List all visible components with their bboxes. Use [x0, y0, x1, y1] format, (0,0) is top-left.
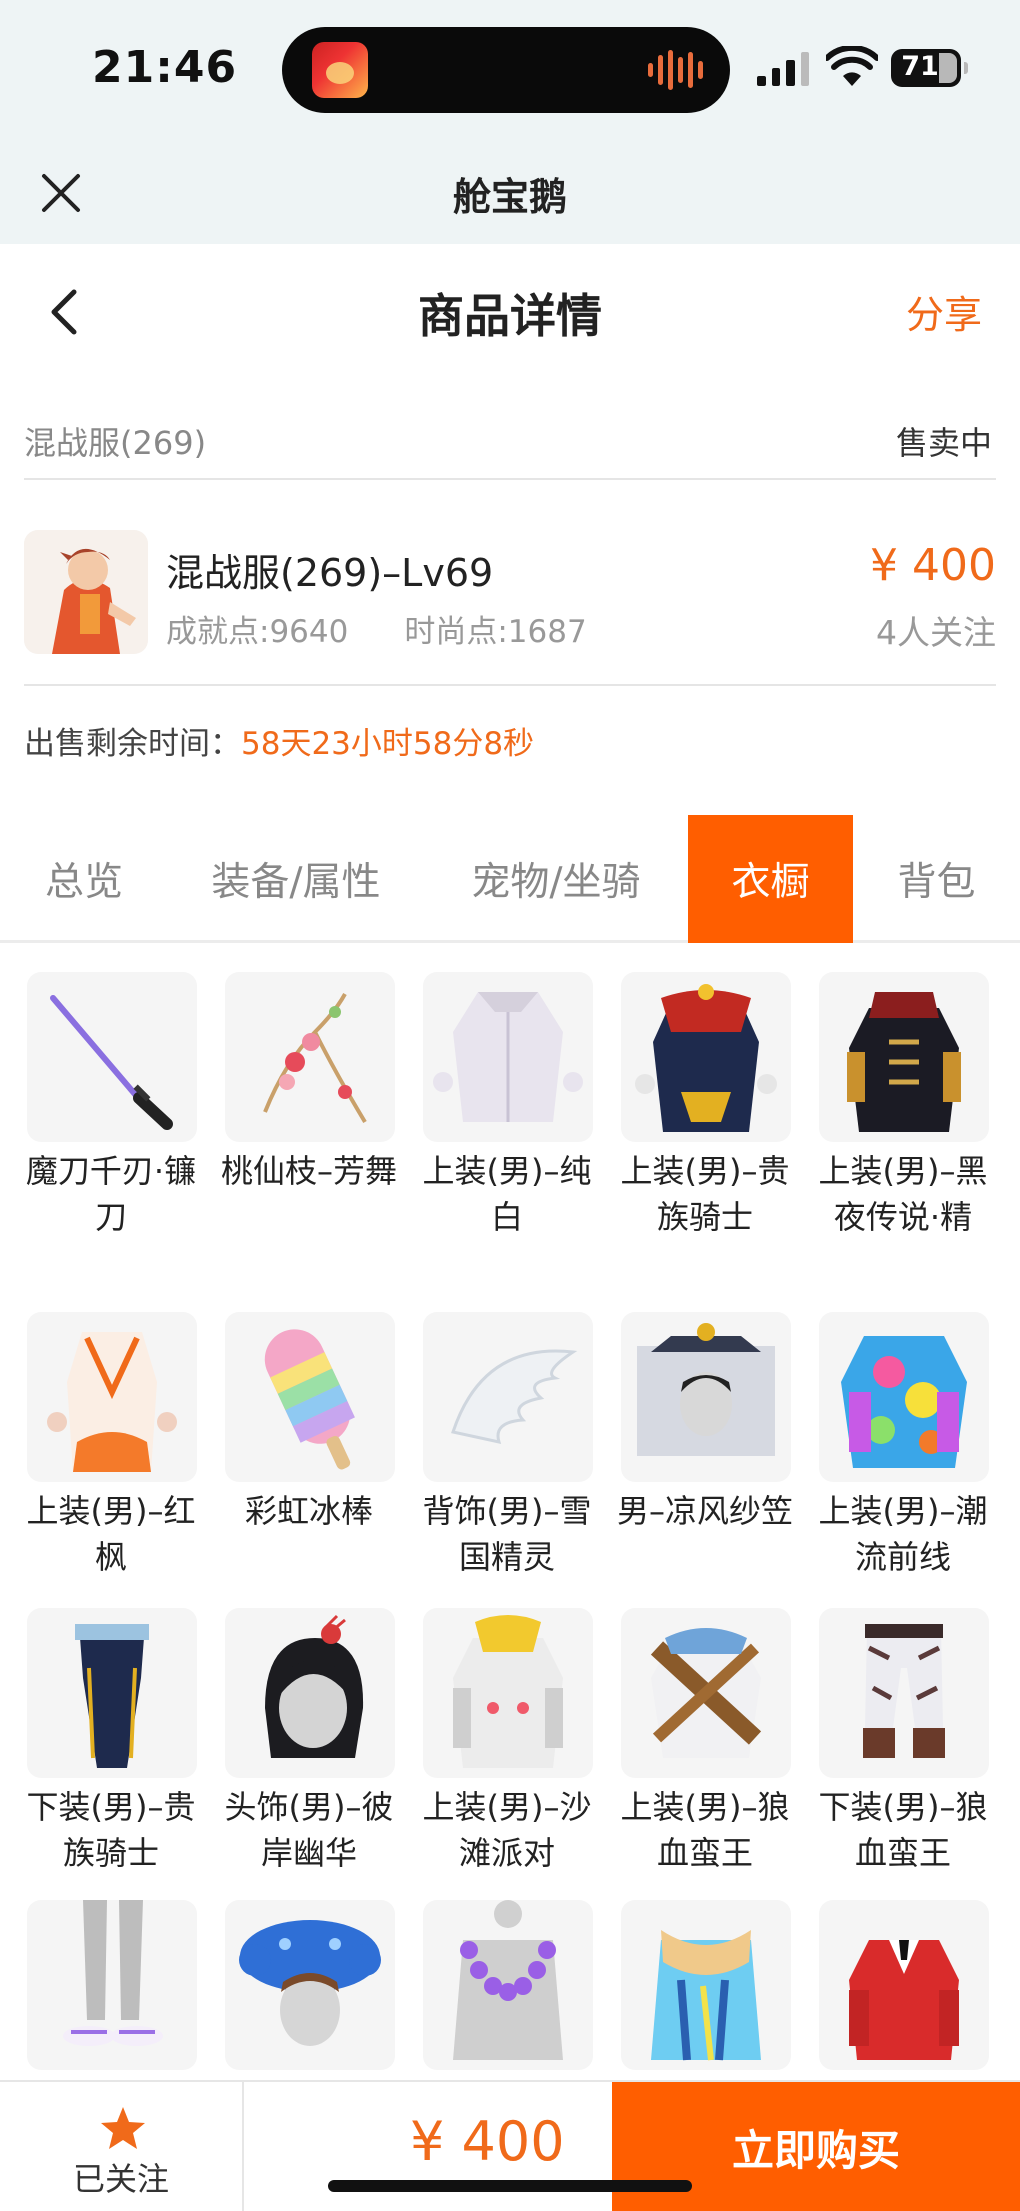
status-bar: 21:46 71 — [0, 0, 1020, 140]
wings-icon — [423, 1312, 593, 1482]
fashion-points: 时尚点:1687 — [404, 614, 587, 650]
red-jacket-icon — [819, 1900, 989, 2070]
home-indicator[interactable] — [328, 2180, 692, 2192]
octopus-hat-icon — [225, 1900, 395, 2070]
tab-equipment[interactable]: 装备/属性 — [168, 815, 424, 943]
character-avatar — [24, 530, 148, 654]
maple-robe-icon — [27, 1312, 197, 1482]
item-label: 魔刀千刃·镰刀 — [25, 1152, 197, 1236]
cellular-signal-icon — [757, 50, 809, 86]
product-title: 混战服(269)–Lv69 — [166, 551, 494, 595]
remaining-time-value: 58天23小时58分8秒 — [241, 726, 535, 762]
battery-icon: 71 — [891, 49, 968, 87]
hair-flower-icon — [225, 1608, 395, 1778]
follow-label: 已关注 — [72, 2160, 169, 2198]
remaining-time: 出售剩余时间：58天23小时58分8秒 — [24, 718, 534, 763]
server-name: 混战服(269) — [24, 424, 207, 462]
sash-outfit-icon — [621, 1900, 791, 2070]
fur-pants-icon — [819, 1608, 989, 1778]
battery-level: 71 — [901, 51, 939, 82]
dynamic-island[interactable] — [282, 27, 730, 113]
flower-lei-icon — [423, 1900, 593, 2070]
item-label: 上装(男)–纯白 — [422, 1152, 592, 1236]
page-title: 商品详情 — [418, 289, 602, 343]
item-label: 上装(男)–沙滩派对 — [422, 1788, 592, 1872]
tab-wardrobe[interactable]: 衣橱 — [688, 815, 853, 943]
remaining-time-label: 出售剩余时间： — [24, 726, 241, 762]
item-label: 男–凉风纱笠 — [616, 1492, 793, 1530]
sandals-icon — [27, 1900, 197, 2070]
detail-tabs: 总览 装备/属性 宠物/坐骑 衣橱 背包 — [0, 815, 1020, 943]
item-label: 上装(男)–红枫 — [26, 1492, 196, 1576]
follower-count: 4人关注 — [876, 613, 996, 652]
product-price: ¥ 400 — [870, 540, 996, 591]
tab-bag[interactable]: 背包 — [853, 815, 1020, 943]
item-label: 上装(男)–黑夜传说·精 — [818, 1152, 988, 1236]
product-meta: 成就点:9640 时尚点:1687 — [166, 606, 587, 651]
beach-hoodie-icon — [423, 1608, 593, 1778]
warrior-top-icon — [621, 1608, 791, 1778]
audio-wave-icon — [648, 49, 704, 91]
katana-icon — [27, 972, 197, 1142]
item-label: 下装(男)–贵族骑士 — [26, 1788, 196, 1872]
blossom-branch-icon — [225, 972, 395, 1142]
white-coat-icon — [423, 972, 593, 1142]
item-label: 桃仙枝–芳舞 — [220, 1152, 397, 1190]
item-label: 上装(男)–潮流前线 — [818, 1492, 988, 1576]
achievement-points: 成就点:9640 — [166, 614, 349, 650]
tab-overview[interactable]: 总览 — [0, 815, 168, 943]
item-label: 背饰(男)–雪国精灵 — [422, 1492, 592, 1576]
item-label: 上装(男)–贵族骑士 — [620, 1152, 790, 1236]
veil-hat-icon — [621, 1312, 791, 1482]
share-button[interactable]: 分享 — [906, 284, 982, 339]
item-label: 彩虹冰棒 — [244, 1492, 373, 1530]
server-row: 混战服(269) 售卖中 — [24, 400, 996, 480]
rainbow-popsicle-icon — [225, 1312, 395, 1482]
app-icon — [312, 42, 368, 98]
bottom-price: ¥ 400 — [410, 2110, 565, 2173]
item-label: 下装(男)–狼血蛮王 — [818, 1788, 988, 1872]
page: 21:46 71 舱宝鹅 商品详情 分享 混战服(269) 售卖中 混战服(26… — [0, 0, 1020, 2211]
follow-button[interactable]: 已关注 — [0, 2082, 244, 2211]
colorful-jacket-icon — [819, 1312, 989, 1482]
nav-bar: 商品详情 分享 — [0, 244, 1020, 374]
knight-pants-icon — [27, 1608, 197, 1778]
status-time: 21:46 — [92, 42, 238, 93]
knight-coat-icon — [621, 972, 791, 1142]
product-summary: 混战服(269)–Lv69 成就点:9640 时尚点:1687 ¥ 400 4人关… — [24, 504, 996, 686]
star-icon — [101, 2107, 145, 2149]
miniapp-bar: 舱宝鹅 — [0, 140, 1020, 244]
tab-pets[interactable]: 宠物/坐骑 — [424, 815, 688, 943]
wifi-icon — [826, 46, 878, 86]
item-label: 上装(男)–狼血蛮王 — [620, 1788, 790, 1872]
item-label: 头饰(男)–彼岸幽华 — [224, 1788, 394, 1872]
sale-status: 售卖中 — [895, 424, 992, 462]
dark-coat-icon — [819, 972, 989, 1142]
miniapp-title: 舱宝鹅 — [452, 175, 567, 219]
